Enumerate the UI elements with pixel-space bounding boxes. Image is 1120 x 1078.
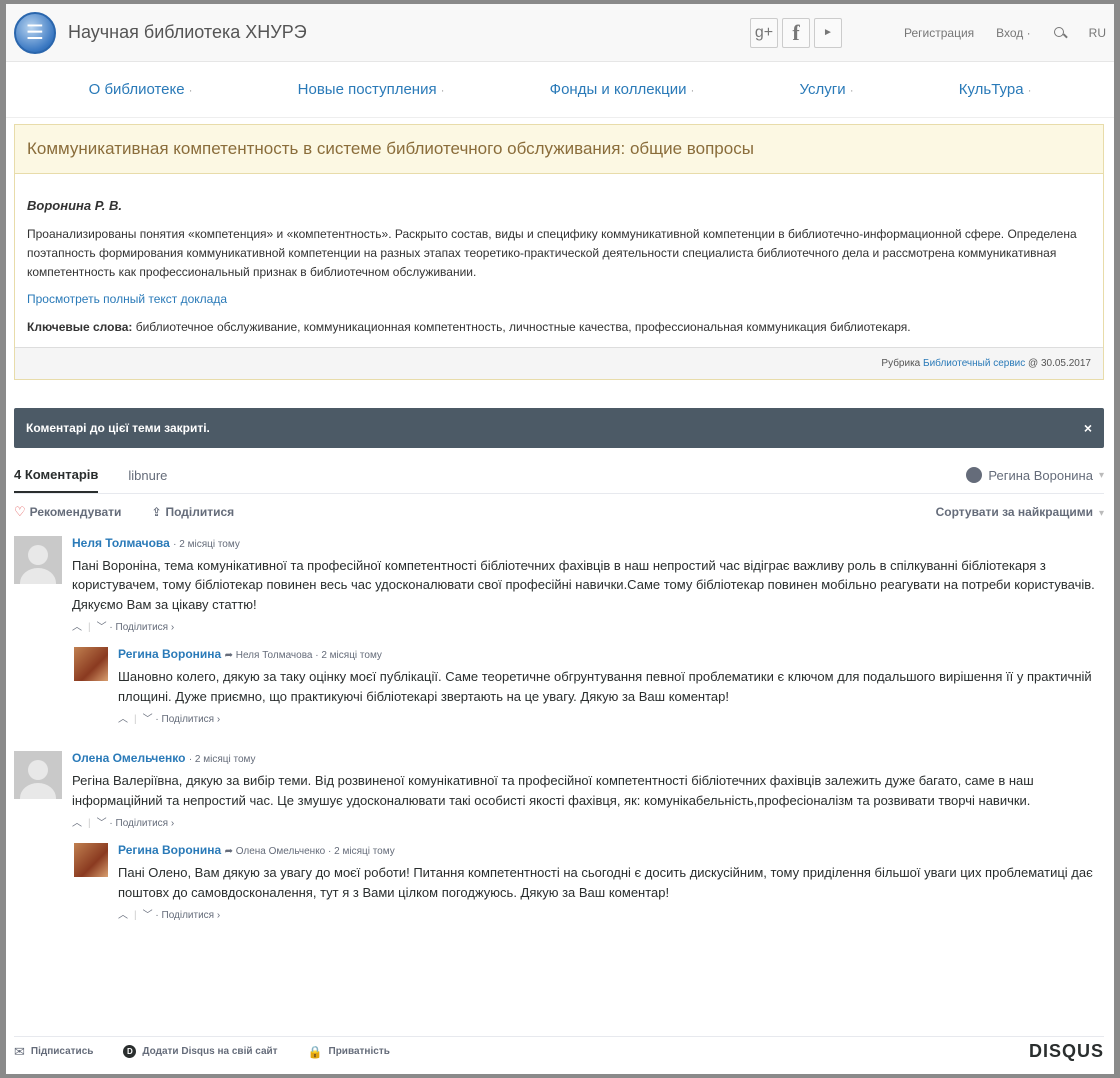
user-menu[interactable]: Регина Воронина ▾ <box>966 467 1104 484</box>
library-logo[interactable]: ☰ <box>14 11 56 54</box>
comment-list: Неля Толмачова · 2 місяці тому Пані Воро… <box>14 535 1104 921</box>
mail-icon: ✉ <box>14 1043 25 1059</box>
comment-author[interactable]: Олена Омельченко <box>72 751 185 765</box>
chevron-down-icon: · <box>1026 25 1031 40</box>
disqus-logo[interactable]: DISQUS <box>1029 1041 1104 1062</box>
heart-icon: ♡ <box>14 503 26 519</box>
comment-share-link[interactable]: Поділитися › <box>116 818 175 829</box>
disqus-actions: ♡ Рекомендувати ⇪ Поділитися Сортувати з… <box>14 494 1104 530</box>
comment-share-link[interactable]: Поділитися › <box>162 714 221 725</box>
add-disqus-link[interactable]: D Додати Disqus на свій сайт <box>123 1045 278 1058</box>
comment: Олена Омельченко · 2 місяці тому Регіна … <box>14 751 1104 829</box>
chevron-down-icon: ▾ <box>1098 469 1104 481</box>
comment-reply: Регина Воронина ➦ Неля Толмачова · 2 міс… <box>74 647 1104 725</box>
comment-meta: ➦ Неля Толмачова · 2 місяці тому <box>224 650 382 662</box>
tab-comments[interactable]: 4 Коментарів <box>14 457 99 494</box>
nav-about[interactable]: О библиотеке · <box>89 81 193 98</box>
comment-author[interactable]: Регина Воронина <box>118 647 221 661</box>
chevron-down-icon: · <box>849 85 854 97</box>
recommend-button[interactable]: Рекомендувати <box>30 505 122 519</box>
publish-date: @ 30.05.2017 <box>1028 357 1091 369</box>
avatar[interactable] <box>74 647 108 682</box>
upvote-icon[interactable]: ︿ <box>118 714 128 725</box>
article-keywords: Ключевые слова: библиотечное обслуживани… <box>27 319 911 334</box>
article-panel: Коммуникативная компетентность в системе… <box>14 124 1104 380</box>
chevron-down-icon: · <box>188 85 193 97</box>
nav-culture[interactable]: КульТура · <box>959 81 1032 98</box>
rubric-link[interactable]: Библиотечный сервис <box>923 358 1025 369</box>
comment-text: Шановно колего, дякую за таку оцінку моє… <box>118 669 1092 704</box>
privacy-link[interactable]: 🔒 Приватність <box>308 1045 390 1059</box>
nav-collections[interactable]: Фонды и коллекции · <box>550 81 695 98</box>
comment: Неля Толмачова · 2 місяці тому Пані Воро… <box>14 535 1104 633</box>
downvote-icon[interactable]: ﹀ <box>97 622 107 633</box>
comment-text: Пані Вороніна, тема комунікативної та пр… <box>72 557 1095 612</box>
tab-community[interactable]: libnure <box>128 457 167 493</box>
avatar[interactable] <box>14 751 62 800</box>
comment-author[interactable]: Неля Толмачова <box>72 536 170 550</box>
google-plus-icon[interactable]: g+ <box>750 17 778 48</box>
article-abstract: Проанализированы понятия «компетенция» и… <box>27 226 1077 280</box>
main-nav: О библиотеке · Новые поступления · Фонды… <box>6 62 1114 118</box>
upvote-icon[interactable]: ︿ <box>72 622 82 633</box>
sort-dropdown[interactable]: Сортувати за найкращими ▾ <box>936 505 1104 519</box>
disqus-tabs: 4 Коментарів libnure Регина Воронина ▾ <box>14 458 1104 494</box>
register-link[interactable]: Регистрация <box>904 26 974 40</box>
lock-icon: 🔒 <box>307 1044 323 1059</box>
chevron-down-icon: · <box>1027 85 1032 97</box>
subscribe-link[interactable]: ✉ Підписатись <box>14 1044 93 1060</box>
downvote-icon[interactable]: ﹀ <box>143 714 153 725</box>
avatar[interactable] <box>14 535 62 584</box>
article-footer: Рубрика Библиотечный сервис @ 30.05.2017 <box>15 346 1103 379</box>
page: ☰ Научная библиотека ХНУРЭ g+ f ► Регист… <box>6 4 1114 1074</box>
upvote-icon[interactable]: ︿ <box>72 818 82 829</box>
nav-new-arrivals[interactable]: Новые поступления · <box>298 81 445 98</box>
downvote-icon[interactable]: ﹀ <box>143 910 153 921</box>
social-links: g+ f ► <box>750 17 842 48</box>
chevron-down-icon: · <box>440 85 445 97</box>
comments-closed-alert: Коментарі до цієї теми закриті. × <box>14 407 1104 448</box>
facebook-icon[interactable]: f <box>782 17 810 48</box>
search-icon[interactable] <box>1053 26 1067 40</box>
chevron-down-icon: · <box>690 85 695 97</box>
close-icon[interactable]: × <box>1084 420 1092 436</box>
comment-reply: Регина Воронина ➦ Олена Омельченко · 2 м… <box>74 843 1104 921</box>
comment-share-link[interactable]: Поділитися › <box>116 622 175 633</box>
comment-meta: · 2 місяці тому <box>173 538 240 550</box>
top-bar: ☰ Научная библиотека ХНУРЭ g+ f ► Регист… <box>6 4 1114 62</box>
fulltext-link[interactable]: Просмотреть полный текст доклада <box>27 290 1091 309</box>
chevron-down-icon: ▾ <box>1098 507 1104 519</box>
share-icon: ⇪ <box>151 504 162 519</box>
upvote-icon[interactable]: ︿ <box>118 910 128 921</box>
comment-share-link[interactable]: Поділитися › <box>162 910 221 921</box>
downvote-icon[interactable]: ﹀ <box>97 818 107 829</box>
article-title: Коммуникативная компетентность в системе… <box>15 125 1103 174</box>
comment-meta: · 2 місяці тому <box>188 754 256 766</box>
login-dropdown[interactable]: Вход · <box>996 26 1031 40</box>
avatar[interactable] <box>74 843 108 878</box>
language-switch[interactable]: RU <box>1089 26 1106 40</box>
site-title[interactable]: Научная библиотека ХНУРЭ <box>68 22 307 43</box>
youtube-icon[interactable]: ► <box>814 17 842 48</box>
comment-author[interactable]: Регина Воронина <box>118 843 221 857</box>
article-author: Воронина Р. В. <box>27 198 122 213</box>
disqus-icon: D <box>123 1045 137 1058</box>
comment-meta: ➦ Олена Омельченко · 2 місяці тому <box>224 846 395 858</box>
disqus-footer: ✉ Підписатись D Додати Disqus на свій сайт… <box>14 1036 1104 1066</box>
user-icon <box>966 467 983 484</box>
share-button[interactable]: Поділитися <box>166 505 235 519</box>
comment-text: Регіна Валеріївна, дякую за вибір теми. … <box>72 773 1034 808</box>
comment-text: Пані Олено, Вам дякую за увагу до моєї р… <box>118 865 1093 900</box>
nav-services[interactable]: Услуги · <box>800 81 854 98</box>
